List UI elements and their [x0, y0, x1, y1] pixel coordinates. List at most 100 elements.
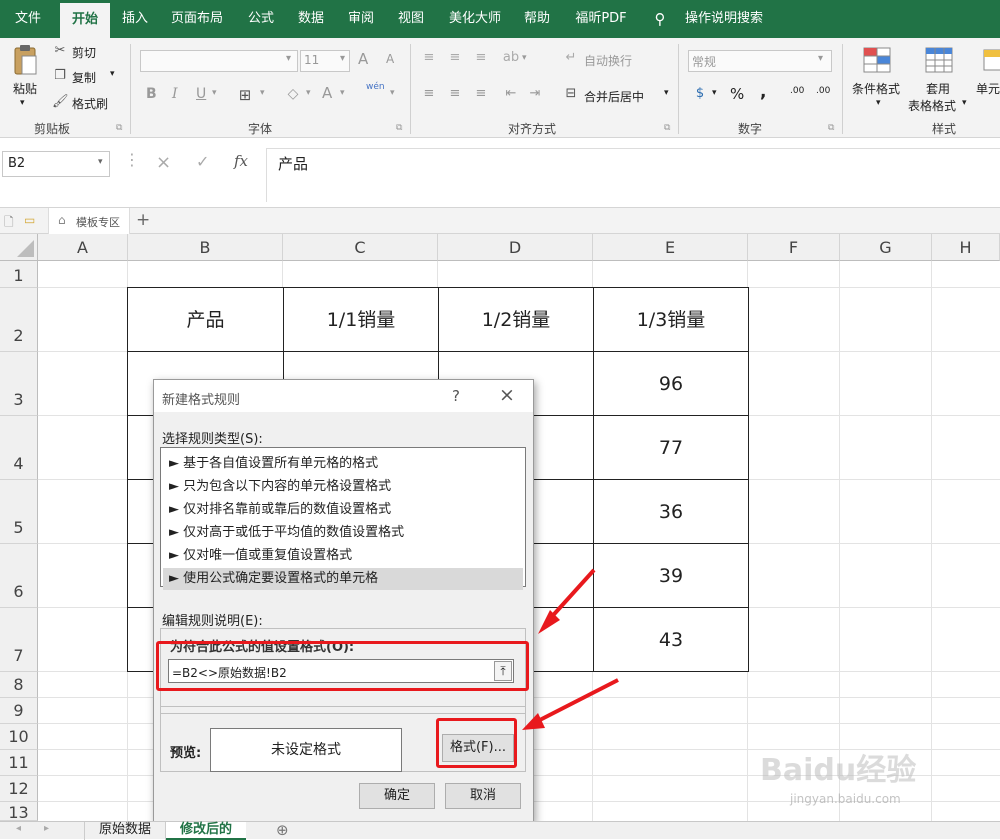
percent-button[interactable]: % — [730, 85, 744, 103]
italic-button[interactable]: I — [172, 86, 178, 102]
chevron-down-icon[interactable]: ▾ — [962, 98, 967, 108]
chevron-down-icon[interactable]: ▾ — [306, 88, 311, 98]
row-header-1[interactable]: 1 — [0, 261, 38, 288]
chevron-down-icon[interactable]: ▾ — [286, 53, 291, 64]
cell-styles-button[interactable]: 单元 — [976, 80, 1000, 97]
merge-center-icon[interactable]: ⊟ — [562, 86, 580, 101]
rule-type-item[interactable]: ► 仅对排名靠前或靠后的数值设置格式 — [169, 499, 523, 521]
column-header-e[interactable]: E — [593, 234, 748, 261]
row-header-2[interactable]: 2 — [0, 288, 38, 352]
align-center-icon[interactable]: ≡ — [446, 86, 464, 101]
font-name-select[interactable] — [140, 50, 298, 72]
copy-button[interactable]: 复制 — [72, 69, 96, 86]
row-header-8[interactable]: 8 — [0, 672, 38, 698]
rule-type-item[interactable]: ► 基于各自值设置所有单元格的格式 — [169, 453, 523, 475]
cell-e5[interactable]: 36 — [593, 479, 749, 544]
increase-decimal-button[interactable]: .00 — [790, 86, 804, 96]
row-header-4[interactable]: 4 — [0, 416, 38, 480]
tab-home[interactable]: 开始 — [60, 0, 110, 38]
align-left-icon[interactable]: ≡ — [420, 86, 438, 101]
merge-center-button[interactable]: 合并后居中 — [584, 88, 644, 105]
cancel-button[interactable]: 取消 — [445, 783, 521, 809]
cell-b2[interactable]: 产品 — [127, 287, 284, 352]
chevron-down-icon[interactable]: ▾ — [260, 88, 265, 98]
tab-data[interactable]: 数据 — [290, 0, 332, 38]
underline-button[interactable]: U — [196, 86, 206, 102]
sheet-tab-original[interactable]: 原始数据 — [84, 822, 166, 840]
decrease-font-icon[interactable]: A — [386, 52, 394, 66]
cell-c2[interactable]: 1/1销量 — [283, 287, 439, 352]
tell-me-search[interactable]: 操作说明搜索 — [676, 0, 772, 38]
enter-icon[interactable]: ✓ — [196, 152, 209, 171]
decrease-decimal-button[interactable]: .00 — [816, 86, 830, 96]
wrap-text-icon[interactable]: ↵ — [562, 50, 580, 65]
clipboard-launcher-icon[interactable]: ⧉ — [116, 123, 122, 133]
cell-e3[interactable]: 96 — [593, 351, 749, 416]
rule-type-item[interactable]: ► 仅对唯一值或重复值设置格式 — [169, 545, 523, 567]
conditional-format-icon[interactable] — [862, 46, 894, 76]
increase-indent-icon[interactable]: ⇥ — [526, 86, 544, 101]
tab-foxit-pdf[interactable]: 福昕PDF — [568, 0, 634, 38]
column-header-g[interactable]: G — [840, 234, 932, 261]
cell-styles-icon[interactable] — [982, 46, 1000, 76]
row-header-7[interactable]: 7 — [0, 608, 38, 672]
conditional-format-button[interactable]: 条件格式 — [852, 80, 900, 97]
tab-review[interactable]: 审阅 — [340, 0, 382, 38]
rule-type-item[interactable]: ► 只为包含以下内容的单元格设置格式 — [169, 476, 523, 498]
font-color-icon[interactable]: A — [322, 84, 332, 102]
select-all-corner[interactable] — [0, 234, 38, 261]
column-header-h[interactable]: H — [932, 234, 1000, 261]
column-header-b[interactable]: B — [128, 234, 283, 261]
align-middle-icon[interactable]: ≡ — [446, 50, 464, 65]
help-button[interactable]: ? — [452, 387, 460, 405]
table-format-icon[interactable] — [924, 46, 956, 76]
paste-icon[interactable] — [10, 44, 40, 78]
table-format-button[interactable]: 表格格式 — [908, 97, 956, 114]
folder-icon[interactable]: ▭ — [24, 213, 35, 227]
wrap-text-button[interactable]: 自动换行 — [584, 52, 632, 69]
cell-e2[interactable]: 1/3销量 — [593, 287, 749, 352]
rule-type-item[interactable]: ► 仅对高于或低于平均值的数值设置格式 — [169, 522, 523, 544]
chevron-down-icon[interactable]: ▾ — [98, 157, 103, 167]
column-header-c[interactable]: C — [283, 234, 438, 261]
add-tab-button[interactable]: + — [136, 210, 150, 230]
tab-view[interactable]: 视图 — [390, 0, 432, 38]
chevron-down-icon[interactable]: ▾ — [522, 53, 527, 63]
paste-button[interactable]: 粘贴 — [13, 80, 37, 97]
row-header-11[interactable]: 11 — [0, 750, 38, 776]
chevron-down-icon[interactable]: ▾ — [712, 88, 717, 98]
row-header-6[interactable]: 6 — [0, 544, 38, 608]
paste-dropdown-icon[interactable]: ▾ — [20, 98, 25, 108]
decrease-indent-icon[interactable]: ⇤ — [502, 86, 520, 101]
format-painter-button[interactable]: 格式刷 — [72, 95, 108, 112]
column-header-f[interactable]: F — [748, 234, 840, 261]
chevron-down-icon[interactable]: ▾ — [818, 53, 823, 64]
fx-icon[interactable]: fx — [234, 152, 248, 170]
table-format-label-1[interactable]: 套用 — [926, 80, 950, 97]
tab-help[interactable]: 帮助 — [516, 0, 558, 38]
column-header-a[interactable]: A — [38, 234, 128, 261]
ok-button[interactable]: 确定 — [359, 783, 435, 809]
row-header-12[interactable]: 12 — [0, 776, 38, 802]
comma-button[interactable]: , — [760, 82, 766, 102]
close-button[interactable]: × — [499, 384, 515, 406]
phonetic-icon[interactable]: wén — [366, 82, 385, 92]
tab-beautify[interactable]: 美化大师 — [440, 0, 510, 38]
chevron-down-icon[interactable]: ▾ — [340, 53, 345, 64]
column-header-d[interactable]: D — [438, 234, 593, 261]
tab-formulas[interactable]: 公式 — [240, 0, 282, 38]
fill-color-icon[interactable]: ◇ — [284, 86, 302, 102]
align-bottom-icon[interactable]: ≡ — [472, 50, 490, 65]
sheet-tab-modified[interactable]: 修改后的 — [166, 822, 246, 840]
chevron-down-icon[interactable]: ▾ — [340, 88, 345, 98]
new-file-icon[interactable]: 🗋 — [4, 213, 14, 234]
chevron-down-icon[interactable]: ▾ — [390, 88, 395, 98]
row-header-3[interactable]: 3 — [0, 352, 38, 416]
chevron-down-icon[interactable]: ▾ — [212, 88, 217, 98]
row-header-9[interactable]: 9 — [0, 698, 38, 724]
chevron-down-icon[interactable]: ▾ — [876, 98, 881, 108]
tab-page-layout[interactable]: 页面布局 — [164, 0, 230, 38]
scroll-next-icon[interactable]: ▸ — [44, 823, 49, 834]
cell-d2[interactable]: 1/2销量 — [438, 287, 594, 352]
font-launcher-icon[interactable]: ⧉ — [396, 123, 402, 133]
